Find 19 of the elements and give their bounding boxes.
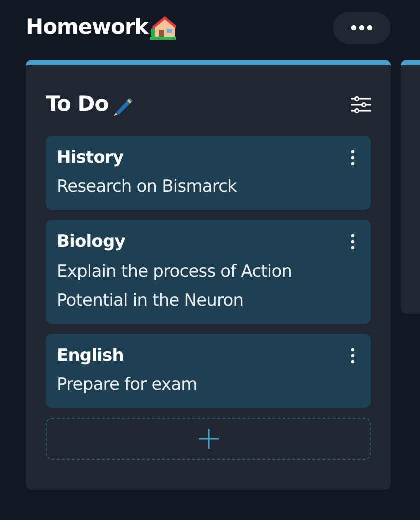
- column-title: To Do: [46, 91, 109, 118]
- plus-icon: [198, 428, 220, 450]
- kebab-icon[interactable]: [351, 234, 355, 250]
- card-task: Explain the process of Action Potential in the Neuron: [57, 260, 294, 312]
- card-task: Research on Bismarck: [57, 176, 238, 199]
- kebab-icon[interactable]: [351, 348, 355, 364]
- task-card[interactable]: Biology Explain the process of Action Potential in the Neuron: [46, 220, 371, 324]
- card-subject: History: [57, 146, 124, 170]
- board-title: Homework: [26, 14, 148, 42]
- card-subject: Biology: [57, 231, 126, 254]
- kebab-icon[interactable]: [351, 150, 355, 166]
- card-task: Prepare for exam: [57, 374, 198, 397]
- task-card[interactable]: English Prepare for exam: [46, 334, 371, 408]
- more-icon: [351, 25, 373, 31]
- task-card[interactable]: History Research on Bismarck: [46, 136, 371, 210]
- card-subject: English: [57, 344, 124, 368]
- sliders-icon[interactable]: [351, 96, 371, 114]
- house-icon: [150, 16, 176, 40]
- more-button[interactable]: [333, 12, 391, 44]
